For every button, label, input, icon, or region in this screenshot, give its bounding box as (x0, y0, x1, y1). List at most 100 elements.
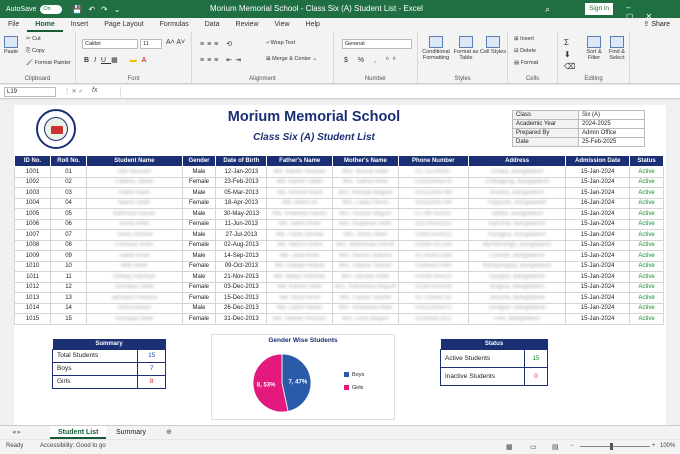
table-cell[interactable]: Active (628, 260, 665, 272)
table-cell[interactable]: Male (181, 302, 217, 314)
tab-home[interactable]: Home (27, 18, 63, 32)
paste-button[interactable]: Paste (4, 36, 18, 55)
table-cell[interactable]: Male (181, 166, 217, 178)
format-cells-button[interactable]: ▤ Format (514, 60, 538, 66)
page-break-icon[interactable]: ▤ (552, 443, 559, 451)
zoom-level[interactable]: 100% (660, 443, 675, 449)
status-value[interactable]: 0 (523, 366, 549, 386)
table-cell[interactable]: 1015 (13, 313, 52, 325)
table-cell[interactable]: 15-Jan-2024 (565, 302, 630, 314)
table-cell[interactable]: 08 (50, 239, 88, 251)
table-row[interactable]: 1002 02 Fatema Jahan Female 23-Feb-2013 Md. R… (13, 176, 665, 188)
table-cell[interactable]: Male (181, 187, 217, 199)
table-cell[interactable]: Md. Kamal Islam (266, 281, 334, 293)
table-cell[interactable]: Active (628, 239, 665, 251)
table-row[interactable]: 1007 07 Tanvir Ahmed Male 27-Jul-2013 Md. Far… (13, 229, 665, 241)
table-cell[interactable]: Comilla, Bangladesh (467, 250, 567, 262)
table-cell[interactable]: Active (628, 302, 665, 314)
table-cell[interactable]: 01745612389 (397, 250, 469, 262)
indent-icons[interactable]: ≡≡≡ ⇤⇥ (200, 56, 244, 64)
tab-data[interactable]: Data (197, 18, 228, 32)
table-cell[interactable]: Bogura, Bangladesh (467, 281, 567, 293)
table-cell[interactable]: Md. Rahim Uddin (266, 176, 334, 188)
tab-insert[interactable]: Insert (63, 18, 97, 32)
table-cell[interactable]: Tanvir Ahmed (86, 229, 183, 241)
table-cell[interactable]: 27-Jul-2013 (215, 229, 268, 241)
info-value[interactable]: 2024-2025 (578, 119, 645, 129)
autosum-icon[interactable]: Σ (564, 38, 569, 47)
table-row[interactable]: 1009 09 Sakib Khan Male 14-Sep-2013 Md. Jalal… (13, 250, 665, 262)
table-cell[interactable]: 15-Jan-2024 (565, 166, 630, 178)
tab-formulas[interactable]: Formulas (152, 18, 197, 32)
summary-value[interactable]: 8 (137, 374, 166, 389)
column-header[interactable]: Gender (181, 155, 217, 167)
table-cell[interactable]: Md. Abdur Rahman (266, 271, 334, 283)
table-row[interactable]: 1003 03 Rafiul Islam Male 05-Mar-2013 Md. Ami… (13, 187, 665, 199)
table-cell[interactable]: 16-Jan-2024 (565, 197, 630, 209)
table-cell[interactable]: 01876543210 (397, 218, 469, 230)
table-cell[interactable]: 01865437890 (397, 260, 469, 272)
table-cell[interactable]: 21-Nov-2013 (215, 271, 268, 283)
table-row[interactable]: 1012 12 Sumaiya Islam Female 03-Dec-2013 Md. … (13, 281, 665, 293)
table-cell[interactable]: 03 (50, 187, 88, 199)
table-cell[interactable]: Sylhet, Bangladesh (467, 208, 567, 220)
font-size-dropdown[interactable]: 11 (140, 39, 162, 49)
format-painter-button[interactable]: 🖌 Format Painter (26, 60, 71, 66)
insert-cells-button[interactable]: ⊞ Insert (514, 36, 534, 42)
format-as-table-button[interactable]: Format as Table (452, 36, 480, 61)
table-cell[interactable]: 1006 (13, 218, 52, 230)
table-cell[interactable]: 01723456781 (397, 292, 469, 304)
table-cell[interactable]: Farhana Islam (86, 239, 183, 251)
cell-styles-button[interactable]: Cell Styles (480, 36, 506, 55)
table-cell[interactable]: Mrs. Nurjahan Akter (332, 218, 399, 230)
info-value[interactable]: 25-Feb-2025 (578, 137, 645, 147)
sort-filter-button[interactable]: Sort & Filter (582, 36, 606, 61)
fx-icon[interactable]: fx (92, 87, 97, 94)
table-cell[interactable]: Mahmud Hasan (86, 208, 183, 220)
table-cell[interactable]: 13 (50, 292, 88, 304)
table-cell[interactable]: 10 (50, 260, 88, 272)
table-cell[interactable]: Mrs. Lailla Parvin (332, 197, 399, 209)
table-cell[interactable]: Male (181, 229, 217, 241)
table-cell[interactable]: 31-Dec-2013 (215, 313, 268, 325)
table-cell[interactable]: 26-Dec-2013 (215, 302, 268, 314)
table-cell[interactable]: Barishal, Bangladesh (467, 218, 567, 230)
find-select-button[interactable]: Find & Select (606, 36, 628, 61)
table-cell[interactable]: 15 (50, 313, 88, 325)
table-cell[interactable]: Mymensingh, Bangladesh (467, 239, 567, 251)
table-cell[interactable]: Gazipur, Bangladesh (467, 271, 567, 283)
table-cell[interactable]: Nasrin Akter (86, 197, 183, 209)
table-cell[interactable]: 1004 (13, 197, 52, 209)
table-row[interactable]: 1014 14 Arifuzzaman Male 26-Dec-2013 Md. Zahi… (13, 302, 665, 314)
table-cell[interactable]: Md. Delwar Hossain (266, 313, 334, 325)
wrap-text-button[interactable]: ⤶ Wrap Text (266, 40, 295, 47)
table-row[interactable]: 1011 11 Ishtiaq Rahman Male 21-Nov-2013 Md. A… (13, 271, 665, 283)
table-cell[interactable]: Mrs. Shamima Akter (332, 302, 399, 314)
table-cell[interactable]: 15-Jan-2024 (565, 313, 630, 325)
table-cell[interactable]: 14 (50, 302, 88, 314)
table-cell[interactable]: 09 (50, 250, 88, 262)
table-cell[interactable]: Khulna, Bangladesh (467, 187, 567, 199)
table-cell[interactable]: Active (628, 218, 665, 230)
table-row[interactable]: 1004 04 Nasrin Akter Female 18-Apr-2013 Md. A… (13, 197, 665, 209)
table-cell[interactable]: Jannatul Ferdaus (86, 292, 183, 304)
table-cell[interactable]: Rangpur, Bangladesh (467, 229, 567, 241)
table-cell[interactable]: 09-Oct-2013 (215, 260, 268, 272)
table-cell[interactable]: 30-May-2013 (215, 208, 268, 220)
table-cell[interactable]: Sumaiya Akter (86, 313, 183, 325)
table-cell[interactable]: 03-Dec-2013 (215, 281, 268, 293)
table-cell[interactable]: Dinajpur, Bangladesh (467, 302, 567, 314)
number-format-dropdown[interactable]: General (342, 39, 412, 49)
table-cell[interactable]: 1007 (13, 229, 52, 241)
sign-in-button[interactable]: Sign in (585, 3, 613, 15)
table-row[interactable]: 1005 05 Mahmud Hasan Male 30-May-2013 Md. Sha… (13, 208, 665, 220)
table-cell[interactable]: 04 (50, 197, 88, 209)
table-cell[interactable]: Female (181, 197, 217, 209)
table-cell[interactable]: Chittagong, Bangladesh (467, 176, 567, 188)
table-cell[interactable]: 1005 (13, 208, 52, 220)
table-cell[interactable]: Mrs. Mahmuda Parvin (332, 239, 399, 251)
table-cell[interactable]: Mrs. Nusrat Akter (332, 166, 399, 178)
quick-access-icons[interactable]: 💾↶↷⌄ (72, 5, 126, 14)
formula-controls-icon[interactable]: ⋮ ✕ ✓ (64, 88, 83, 95)
table-cell[interactable]: Sumaiya Islam (86, 281, 183, 293)
